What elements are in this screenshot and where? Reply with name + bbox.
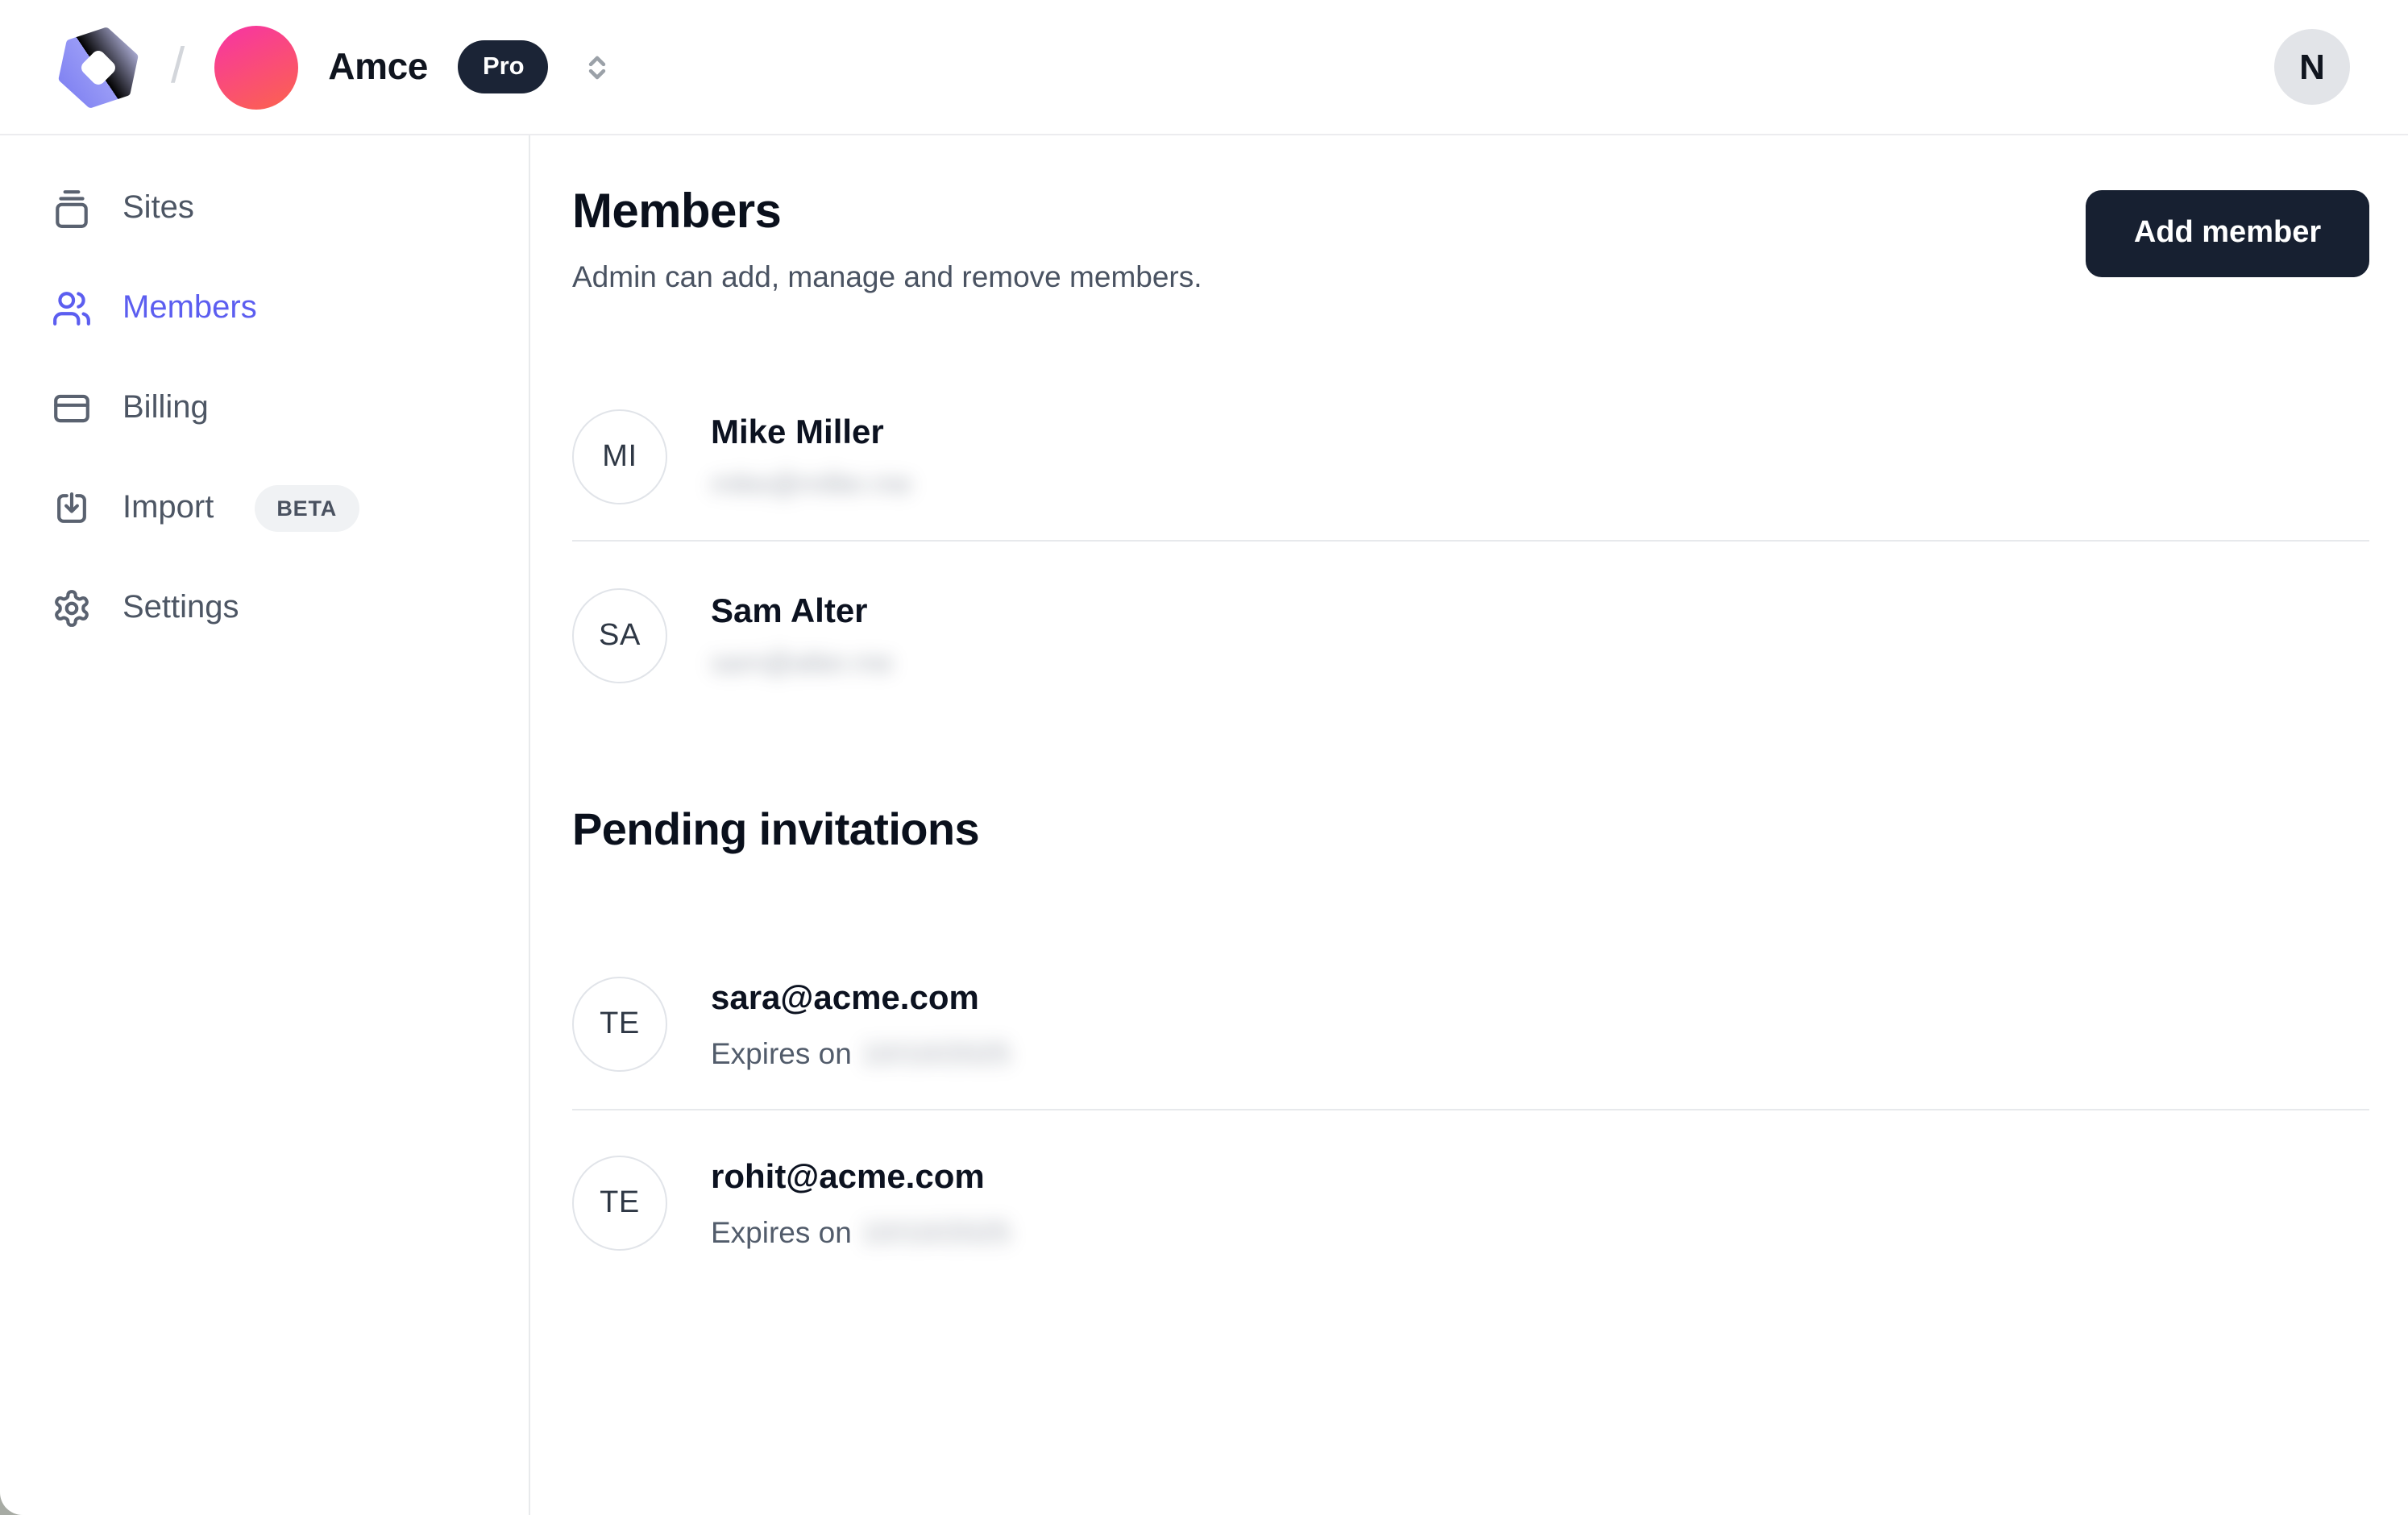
invitation-initials: TE: [600, 1185, 640, 1221]
invitation-avatar: TE: [572, 1156, 667, 1251]
sidebar-item-label: Settings: [122, 590, 239, 627]
invitation-expiry: Expires on 10/10/2025: [711, 1214, 1011, 1250]
invitation-info: sara@acme.com Expires on 10/10/2025: [711, 977, 1011, 1071]
page-header-text: Members Admin can add, manage and remove…: [572, 184, 1202, 297]
invitation-email: rohit@acme.com: [711, 1156, 1011, 1197]
screen: / Amce Pro N: [0, 0, 2408, 1515]
member-row: SA Sam Alter sam@alter.me: [572, 542, 2369, 683]
credit-card-icon: [52, 388, 92, 429]
workspace-name: Amce: [328, 45, 428, 89]
import-icon: [52, 488, 92, 529]
members-list: MI Mike Miller mike@miller.me SA Sam Alt…: [572, 409, 2369, 683]
member-initials: MI: [602, 439, 637, 475]
invitation-row: TE rohit@acme.com Expires on 10/10/2025: [572, 1110, 2369, 1251]
top-bar: / Amce Pro N: [0, 0, 2408, 135]
member-info: Sam Alter sam@alter.me: [711, 591, 893, 680]
hexagon-logo-icon: [55, 23, 142, 110]
member-name: Mike Miller: [711, 413, 911, 453]
sidebar-item-sites[interactable]: Sites: [52, 174, 500, 243]
sites-stack-icon: [52, 189, 92, 229]
app-window: / Amce Pro N: [0, 0, 2408, 1515]
member-row: MI Mike Miller mike@miller.me: [572, 409, 2369, 542]
pending-invitations-list: TE sara@acme.com Expires on 10/10/2025: [572, 977, 2369, 1251]
page-header: Members Admin can add, manage and remove…: [572, 184, 2369, 297]
sidebar: Sites Members: [0, 135, 530, 1515]
invitation-expiry: Expires on 10/10/2025: [711, 1036, 1011, 1071]
plan-badge: Pro: [459, 40, 549, 94]
sidebar-item-label: Billing: [122, 390, 209, 427]
sidebar-item-import[interactable]: Import BETA: [52, 474, 500, 543]
sidebar-item-settings[interactable]: Settings: [52, 574, 500, 643]
user-initial: N: [2299, 46, 2325, 88]
member-email-redacted: mike@miller.me: [711, 467, 911, 501]
member-info: Mike Miller mike@miller.me: [711, 413, 911, 501]
member-name: Sam Alter: [711, 591, 893, 632]
member-email-redacted: sam@alter.me: [711, 646, 893, 680]
chevrons-up-down-icon: [583, 49, 613, 85]
pending-invitations-title: Pending invitations: [572, 803, 2369, 857]
invitation-info: rohit@acme.com Expires on 10/10/2025: [711, 1156, 1011, 1250]
workspace-avatar: [214, 25, 297, 109]
sidebar-item-members[interactable]: Members: [52, 274, 500, 343]
invitation-row: TE sara@acme.com Expires on 10/10/2025: [572, 977, 2369, 1110]
breadcrumb: / Amce Pro: [55, 23, 613, 110]
breadcrumb-separator: /: [171, 36, 185, 94]
page-subtitle: Admin can add, manage and remove members…: [572, 258, 1202, 297]
invitation-initials: TE: [600, 1007, 640, 1042]
add-member-button[interactable]: Add member: [2086, 190, 2369, 277]
sidebar-item-label: Import: [122, 490, 214, 527]
expiry-date-redacted: 10/10/2025: [861, 1036, 1011, 1071]
body-row: Sites Members: [0, 135, 2408, 1515]
member-avatar: MI: [572, 409, 667, 504]
user-avatar[interactable]: N: [2274, 29, 2350, 105]
gear-icon: [52, 588, 92, 629]
invitation-email: sara@acme.com: [711, 977, 1011, 1018]
members-page: Members Admin can add, manage and remove…: [530, 135, 2408, 1515]
workspace-switcher[interactable]: Amce Pro: [214, 25, 612, 109]
app-logo[interactable]: [55, 23, 142, 110]
expiry-date-redacted: 10/10/2025: [861, 1214, 1011, 1250]
beta-badge: BETA: [254, 485, 359, 533]
page-title: Members: [572, 184, 1202, 242]
member-avatar: SA: [572, 588, 667, 683]
invitation-avatar: TE: [572, 977, 667, 1072]
sidebar-item-billing[interactable]: Billing: [52, 374, 500, 443]
member-initials: SA: [599, 618, 641, 654]
sidebar-item-label: Sites: [122, 190, 194, 227]
users-icon: [52, 288, 92, 329]
expires-label: Expires on: [711, 1214, 852, 1250]
expires-label: Expires on: [711, 1036, 852, 1071]
sidebar-item-label: Members: [122, 290, 257, 327]
